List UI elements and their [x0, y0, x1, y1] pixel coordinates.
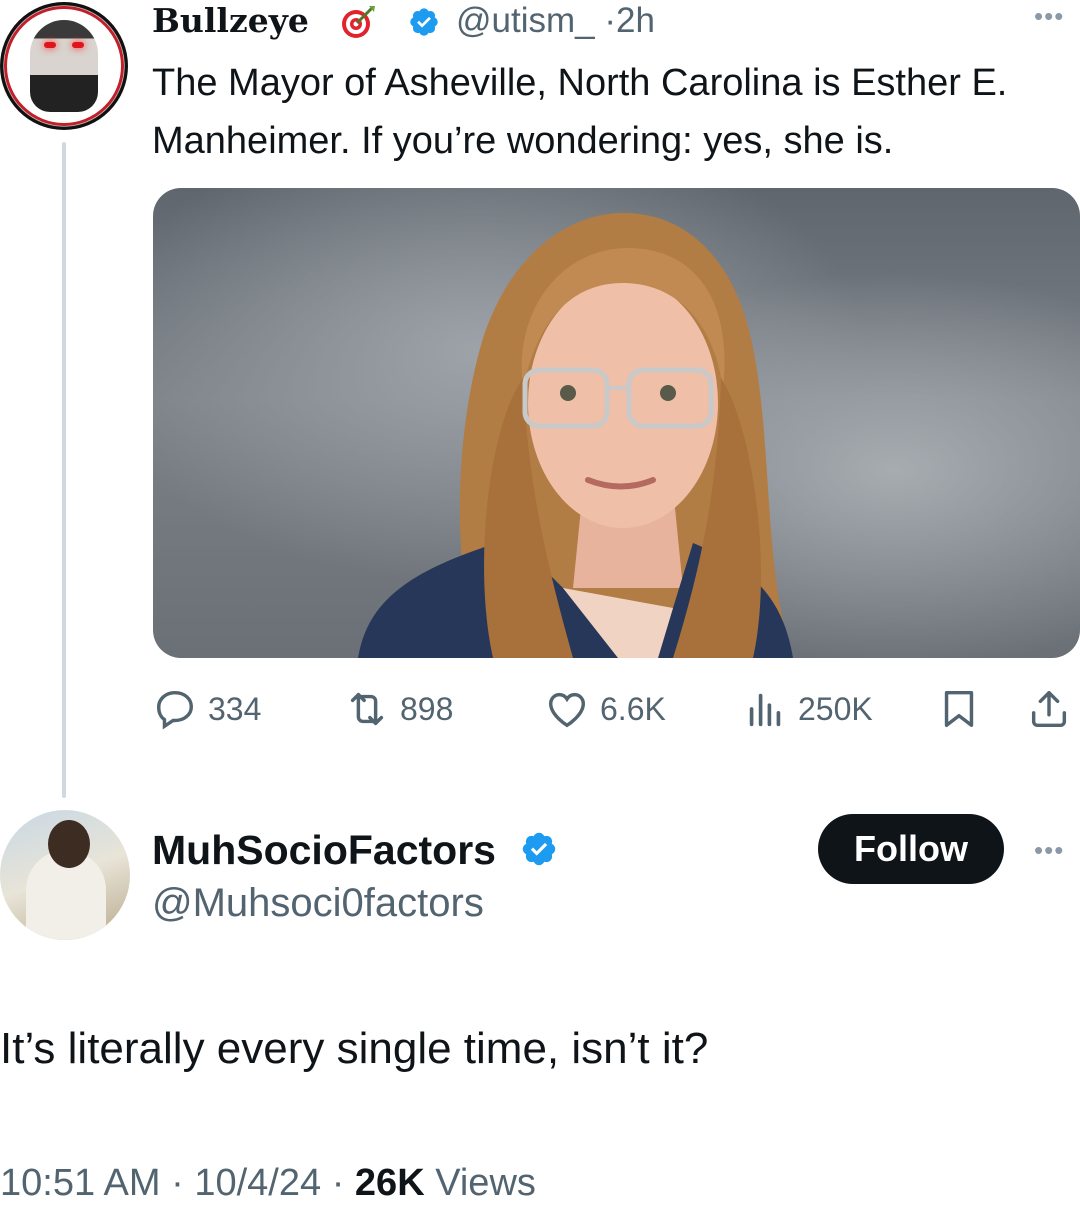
- parent-timestamp[interactable]: 2h: [616, 1, 655, 40]
- laser-eye-icon: [72, 42, 84, 48]
- bookmark-icon: [944, 690, 974, 728]
- more-icon[interactable]: •••: [1034, 3, 1064, 29]
- separator: ·: [604, 1, 617, 40]
- tweet-photo[interactable]: [153, 188, 1080, 658]
- more-icon[interactable]: •••: [1034, 837, 1064, 863]
- parent-tweet-text: The Mayor of Asheville, North Carolina i…: [152, 62, 1008, 162]
- repost-icon: [350, 692, 384, 726]
- reply-author-avatar[interactable]: [0, 810, 130, 940]
- reply-views-label: Views: [435, 1162, 536, 1204]
- repost-button[interactable]: 898: [344, 684, 453, 734]
- verified-icon: [410, 8, 438, 36]
- reply-metadata: 10:51 AM · 10/4/24 · 26K Views: [0, 1158, 536, 1208]
- reply-author-name[interactable]: MuhSocioFactors: [152, 824, 496, 876]
- thread-connector-line: [62, 142, 66, 798]
- follow-button[interactable]: Follow: [818, 814, 1004, 884]
- reply-date[interactable]: 10/4/24: [194, 1162, 321, 1204]
- like-button[interactable]: 6.6K: [544, 684, 666, 734]
- avatar-head: [48, 820, 90, 868]
- bookmark-button[interactable]: [936, 684, 982, 734]
- like-count: 6.6K: [600, 690, 666, 727]
- tweet-action-bar: 334 898 6.6K 250K: [152, 684, 1080, 734]
- separator: ·: [171, 1162, 184, 1204]
- avatar-portrait: [30, 20, 98, 112]
- reply-tweet-text: It’s literally every single time, isn’t …: [0, 1024, 709, 1073]
- share-button[interactable]: [1026, 684, 1072, 734]
- like-icon: [548, 692, 586, 728]
- portrait-photo: [358, 213, 793, 658]
- reply-button[interactable]: 334: [152, 684, 261, 734]
- views-button[interactable]: 250K: [742, 684, 873, 734]
- laser-eye-icon: [44, 42, 56, 48]
- reply-views-count[interactable]: 26K: [355, 1162, 425, 1204]
- verified-icon: [522, 832, 556, 866]
- target-icon: [342, 6, 375, 38]
- views-count: 250K: [798, 690, 873, 727]
- parent-handle[interactable]: @utism_: [456, 1, 595, 40]
- parent-author-avatar[interactable]: [0, 2, 128, 130]
- parent-author-name[interactable]: Bullzeye: [152, 0, 309, 42]
- reply-count: 334: [208, 690, 262, 727]
- reply-time[interactable]: 10:51 AM: [0, 1162, 161, 1204]
- reply-handle[interactable]: @Muhsoci0factors: [152, 877, 484, 929]
- separator: ·: [331, 1162, 345, 1204]
- repost-count: 898: [400, 690, 454, 727]
- share-icon: [1031, 690, 1067, 728]
- reply-icon: [156, 690, 194, 730]
- parent-handle-time[interactable]: @utism_ ·2h: [456, 0, 655, 42]
- views-icon: [749, 693, 781, 727]
